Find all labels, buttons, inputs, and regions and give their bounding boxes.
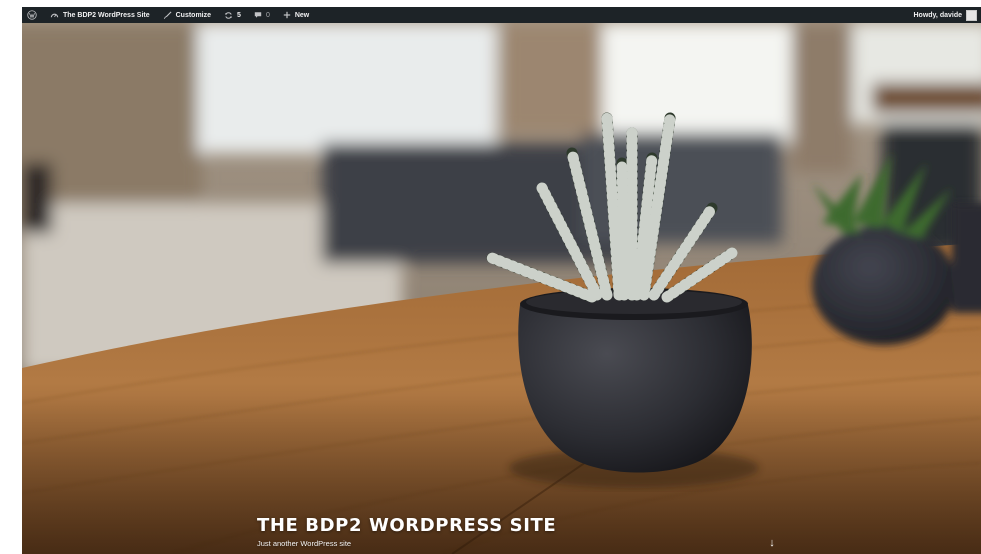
updates-refresh-icon [224, 11, 233, 19]
comments-count: 0 [265, 11, 270, 19]
header-image [22, 23, 981, 554]
wordpress-logo-icon [27, 10, 37, 20]
new-content-button[interactable]: New [278, 7, 314, 23]
comment-bubble-icon [254, 12, 262, 18]
updates-count: 5 [237, 11, 241, 19]
header-hero: THE BDP2 WORDPRESS SITE Just another Wor… [22, 23, 981, 554]
site-tagline: Just another WordPress site [257, 539, 352, 548]
customize-label: Customize [175, 11, 212, 19]
site-name-label: The BDP2 WordPress Site [63, 11, 150, 19]
my-account-menu[interactable]: Howdy, davide [909, 7, 981, 23]
customize-button[interactable]: Customize [158, 7, 216, 23]
scroll-down-arrow-icon[interactable]: ↓ [766, 536, 778, 550]
dashboard-gauge-icon [50, 13, 59, 17]
updates-button[interactable]: 5 [219, 7, 246, 23]
paintbrush-icon [163, 11, 172, 19]
wp-admin-bar: The BDP2 WordPress Site Customize 5 0 Ne… [22, 7, 981, 23]
greeting-label: Howdy, davide [913, 11, 963, 19]
site-name-menu[interactable]: The BDP2 WordPress Site [45, 7, 155, 23]
comments-button[interactable]: 0 [249, 7, 275, 23]
site-title[interactable]: THE BDP2 WORDPRESS SITE [257, 515, 556, 536]
new-label: New [294, 11, 310, 19]
browser-viewport: The BDP2 WordPress Site Customize 5 0 Ne… [22, 7, 981, 554]
wordpress-logo-button[interactable] [22, 7, 42, 23]
avatar [966, 9, 977, 21]
plus-icon [283, 11, 291, 19]
